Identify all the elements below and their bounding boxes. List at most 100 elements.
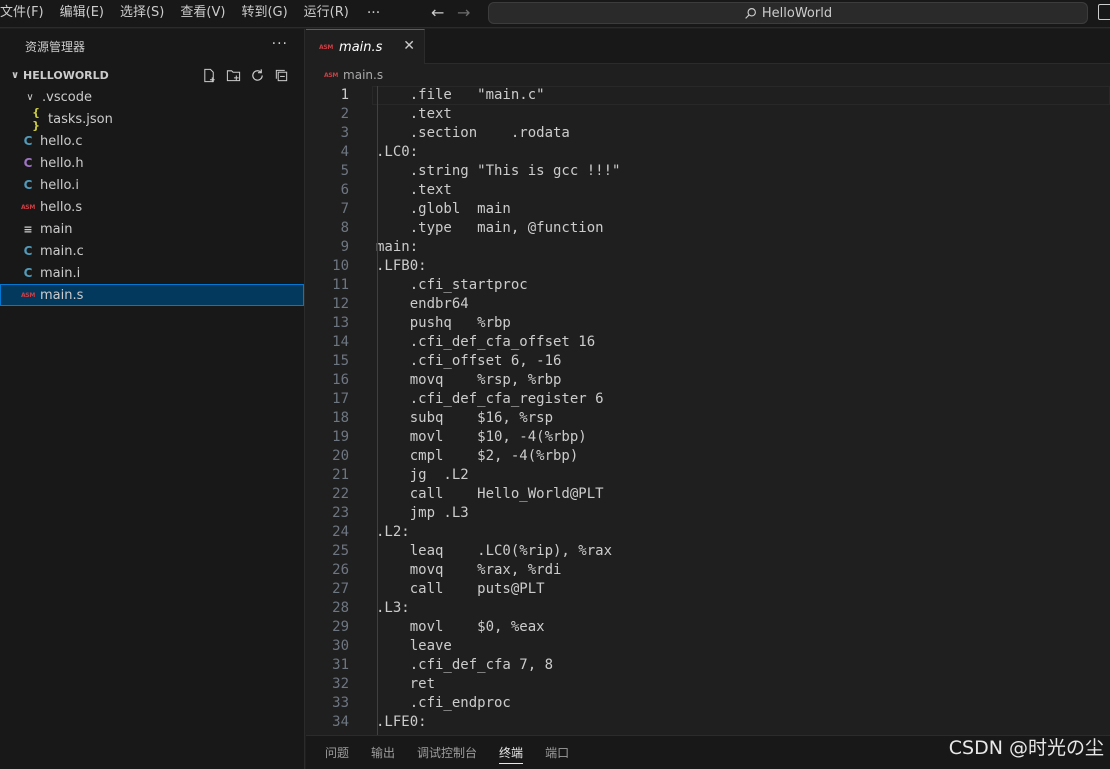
menu-item[interactable]: 选择(S) [120, 0, 172, 26]
line-number: 2 [340, 106, 349, 122]
explorer-header: 资源管理器 ··· [0, 29, 304, 64]
line-text: call Hello_World@PLT [376, 486, 604, 502]
tree-item-hello-i[interactable]: Chello.i [0, 174, 304, 196]
asm-file-icon: ASM [319, 43, 334, 51]
line-number: 27 [332, 581, 349, 597]
breadcrumb-file[interactable]: main.s [343, 68, 383, 82]
code-editor[interactable]: 1 .file "main.c" 2 .text 3 .section .rodat… [306, 86, 1110, 735]
line-number: 25 [332, 543, 349, 559]
refresh-icon[interactable] [248, 66, 266, 84]
line-text: movl $10, -4(%rbp) [376, 429, 587, 445]
line-text: movq %rax, %rdi [376, 562, 562, 578]
new-folder-icon[interactable] [224, 66, 242, 84]
panel-tab[interactable]: 终端 [499, 736, 524, 769]
code-line: 32 ret [306, 675, 1110, 694]
menu-item[interactable]: 运行(R) [304, 0, 357, 26]
indent-guide [377, 86, 378, 735]
line-number: 14 [332, 334, 349, 350]
code-line: 2 .text [306, 105, 1110, 124]
menu-item[interactable]: 转到(G) [241, 0, 295, 26]
tree-item-hello-c[interactable]: Chello.c [0, 130, 304, 152]
panel-tab[interactable]: 调试控制台 [417, 736, 477, 769]
folder-actions [200, 66, 290, 84]
tree-item-main-s[interactable]: ASM main.s [0, 284, 304, 306]
collapse-all-icon[interactable] [272, 66, 290, 84]
workspace-folder-name: HELLOWORLD [23, 68, 109, 82]
tree-item-label: main.c [40, 243, 84, 259]
tree-item-hello-s[interactable]: ASM hello.s [0, 196, 304, 218]
line-text: call puts@PLT [376, 581, 545, 597]
code-line: 4 .LC0: [306, 143, 1110, 162]
menu-item[interactable]: 编辑(E) [60, 0, 112, 26]
line-number: 1 [340, 87, 349, 103]
code-line: 20 cmpl $2, -4(%rbp) [306, 447, 1110, 466]
tree-item-main[interactable]: ≡ main [0, 218, 304, 240]
more-actions-icon[interactable]: ··· [272, 36, 288, 52]
tab-main-s[interactable]: ASM main.s ✕ [306, 29, 425, 64]
line-text: .text [376, 106, 452, 122]
tree-item-vscode[interactable]: ∨ .vscode [0, 86, 304, 108]
line-number: 8 [340, 220, 349, 236]
line-text: .cfi_endproc [376, 695, 511, 711]
line-number: 11 [332, 277, 349, 293]
tree-item-label: main [40, 221, 73, 237]
line-number: 30 [332, 638, 349, 654]
code-line: 16 movq %rsp, %rbp [306, 371, 1110, 390]
tab-label: main.s [339, 39, 383, 55]
line-text: .LFB0: [376, 258, 427, 274]
line-number: 5 [340, 163, 349, 179]
watermark: CSDN @时光の尘 [948, 737, 1104, 759]
line-number: 18 [332, 410, 349, 426]
h-file-icon: C [23, 156, 33, 170]
code-line: 26 movq %rax, %rdi [306, 561, 1110, 580]
line-number: 15 [332, 353, 349, 369]
line-number: 7 [340, 201, 349, 217]
code-line: 7 .globl main [306, 200, 1110, 219]
line-number: 28 [332, 600, 349, 616]
forward-arrow-icon[interactable]: → [457, 2, 470, 24]
line-number: 26 [332, 562, 349, 578]
line-number: 10 [332, 258, 349, 274]
line-text: .type main, @function [376, 220, 604, 236]
back-arrow-icon[interactable]: ← [431, 2, 444, 24]
asm-file-icon: ASM [20, 203, 36, 211]
panel-tab[interactable]: 输出 [371, 736, 395, 769]
workspace-folder-header[interactable]: ∨ HELLOWORLD [0, 64, 304, 86]
code-line: 5 .string "This is gcc !!!" [306, 162, 1110, 181]
close-icon[interactable]: ✕ [403, 38, 415, 54]
tree-item-hello-h[interactable]: Chello.h [0, 152, 304, 174]
panel-tab[interactable]: 端口 [545, 736, 569, 769]
line-text: .cfi_def_cfa 7, 8 [376, 657, 554, 673]
line-text: pushq %rbp [376, 315, 511, 331]
tree-item-tasks-json[interactable]: { } tasks.json [0, 106, 304, 132]
line-number: 13 [332, 315, 349, 331]
line-number: 21 [332, 467, 349, 483]
line-number: 29 [332, 619, 349, 635]
code-line: 11 .cfi_startproc [306, 276, 1110, 295]
c-file-icon: C [23, 134, 33, 148]
line-text: main: [376, 239, 419, 255]
breadcrumb[interactable]: ASM main.s [306, 64, 1110, 86]
line-text: ret [376, 676, 436, 692]
line-number: 31 [332, 657, 349, 673]
explorer-sidebar: 资源管理器 ··· ∨ HELLOWORLD ∨ .vscode{ } tasks.… [0, 29, 305, 769]
command-center-search[interactable]: HelloWorld [488, 2, 1088, 24]
line-text: .LFE0: [376, 714, 427, 730]
layout-icon[interactable] [1098, 4, 1110, 20]
c-file-icon: C [23, 266, 33, 280]
code-line: 18 subq $16, %rsp [306, 409, 1110, 428]
tree-item-main-c[interactable]: Cmain.c [0, 240, 304, 262]
menu-more-icon[interactable]: ··· [367, 2, 380, 24]
tree-item-main-i[interactable]: Cmain.i [0, 262, 304, 284]
panel-tab[interactable]: 问题 [325, 736, 349, 769]
c-file-icon: C [23, 244, 33, 258]
code-line: 25 leaq .LC0(%rip), %rax [306, 542, 1110, 561]
line-text: movq %rsp, %rbp [376, 372, 562, 388]
menu-item[interactable]: 查看(V) [180, 0, 233, 26]
code-line: 13 pushq %rbp [306, 314, 1110, 333]
line-number: 32 [332, 676, 349, 692]
json-file-icon: { } [32, 106, 40, 132]
new-file-icon[interactable] [200, 66, 218, 84]
menu-item[interactable]: 文件(F) [0, 0, 52, 26]
line-text: cmpl $2, -4(%rbp) [376, 448, 579, 464]
